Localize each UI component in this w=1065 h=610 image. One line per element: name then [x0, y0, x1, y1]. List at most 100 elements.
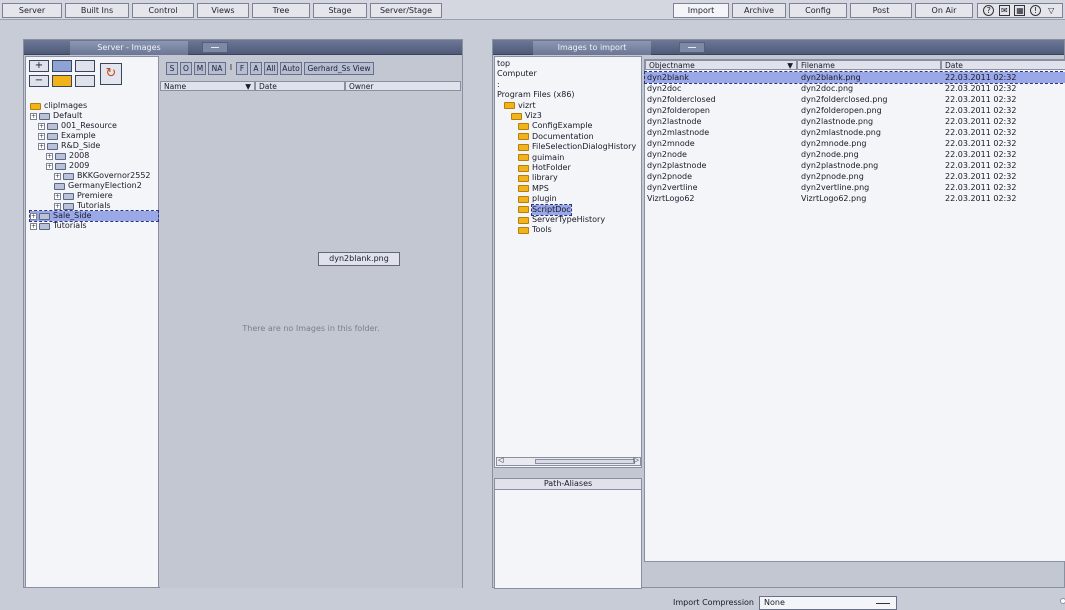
- public-folder-button[interactable]: [52, 60, 72, 72]
- file-row[interactable]: dyn2lastnode dyn2lastnode.png 22.03.2011 0…: [645, 116, 1065, 127]
- import-panel-menu-button[interactable]: [679, 42, 705, 53]
- menu-import[interactable]: Import: [673, 3, 729, 18]
- import-compression-select[interactable]: None: [759, 596, 897, 610]
- filter-button[interactable]: M: [194, 62, 206, 75]
- folder-tree-item[interactable]: +001_Resource: [38, 121, 117, 131]
- add-folder-button[interactable]: +: [29, 60, 49, 72]
- dropdown-icon[interactable]: ▽: [1046, 5, 1057, 16]
- folder-tree-item[interactable]: GermanyElection2: [54, 181, 142, 191]
- calendar-icon[interactable]: ▦: [1014, 5, 1026, 16]
- folder-tree-item[interactable]: + Premiere: [54, 191, 113, 201]
- directory-item[interactable]: vizrt: [504, 101, 536, 111]
- column-objectname[interactable]: Objectname ▼: [645, 60, 797, 70]
- expand-icon[interactable]: +: [54, 172, 61, 180]
- scroll-right-icon[interactable]: ▷: [634, 456, 639, 464]
- directory-item[interactable]: ConfigExample: [518, 121, 592, 131]
- menu-views[interactable]: Views: [197, 3, 249, 18]
- file-row[interactable]: dyn2folderclosed dyn2folderclosed.png 22.0…: [645, 94, 1065, 105]
- expand-icon[interactable]: +: [38, 132, 45, 140]
- filter-button[interactable]: O: [180, 62, 192, 75]
- expand-icon[interactable]: +: [54, 192, 61, 200]
- info-icon[interactable]: !: [1030, 5, 1042, 16]
- menu-tree[interactable]: Tree: [252, 3, 310, 18]
- filter-button[interactable]: Auto: [280, 62, 302, 75]
- menu-post[interactable]: Post: [850, 3, 912, 18]
- remove-folder-button[interactable]: −: [29, 75, 49, 87]
- menu-server-stage[interactable]: Server/Stage: [370, 3, 442, 18]
- network-button[interactable]: [75, 75, 95, 87]
- menu-built-ins[interactable]: Built Ins: [65, 3, 129, 18]
- expand-icon[interactable]: +: [46, 162, 53, 170]
- expand-icon[interactable]: +: [46, 152, 53, 160]
- folder-tree-item[interactable]: +2009: [46, 161, 89, 171]
- directory-item[interactable]: Documentation: [518, 132, 594, 142]
- scrollbar-thumb[interactable]: [535, 459, 635, 464]
- file-row[interactable]: dyn2mnode dyn2mnode.png 22.03.2011 02:32: [645, 138, 1065, 149]
- expand-icon[interactable]: +: [30, 112, 37, 120]
- directory-item[interactable]: guimain: [518, 153, 564, 163]
- directory-item[interactable]: HotFolder: [518, 163, 571, 173]
- column-date[interactable]: Date: [255, 81, 345, 91]
- column-file-date[interactable]: Date: [941, 60, 1065, 70]
- mail-icon[interactable]: ✉: [998, 5, 1010, 16]
- expand-icon[interactable]: +: [54, 202, 61, 210]
- directory-item[interactable]: Computer: [497, 69, 537, 79]
- folder-tree-item[interactable]: + BKKGovernor2552: [54, 171, 151, 181]
- filter-button[interactable]: F: [236, 62, 248, 75]
- refresh-button[interactable]: ↻: [100, 63, 122, 85]
- column-filename[interactable]: Filename: [797, 60, 941, 70]
- expand-icon[interactable]: +: [38, 142, 45, 150]
- expand-icon[interactable]: +: [38, 122, 45, 130]
- menu-config[interactable]: Config: [789, 3, 847, 18]
- folder-tree-item[interactable]: + R&D_Side: [38, 141, 100, 151]
- column-name[interactable]: Name ▼: [160, 81, 255, 91]
- file-row[interactable]: dyn2pnode dyn2pnode.png 22.03.2011 02:32: [645, 171, 1065, 182]
- filter-button[interactable]: Gerhard_Ss View: [304, 62, 374, 75]
- directory-item[interactable]: ScriptDoc: [518, 203, 572, 216]
- folder-tree-item[interactable]: + Tutorials: [54, 201, 111, 211]
- directory-item[interactable]: library: [518, 173, 558, 183]
- folder-tree-item[interactable]: clipImages: [30, 101, 87, 111]
- filter-button[interactable]: I: [228, 62, 234, 75]
- directory-item[interactable]: :: [497, 80, 500, 90]
- filter-button[interactable]: S: [166, 62, 178, 75]
- folder-tree-item[interactable]: + Example: [38, 131, 96, 141]
- directory-item[interactable]: Viz3: [511, 111, 542, 121]
- folder-tree-item[interactable]: + Tutorials: [30, 221, 87, 231]
- file-row[interactable]: dyn2doc dyn2doc.png 22.03.2011 02:32: [645, 83, 1065, 94]
- directory-item[interactable]: Program Files (x86): [497, 90, 575, 100]
- file-row[interactable]: dyn2mlastnode dyn2mlastnode.png 22.03.2011…: [645, 127, 1065, 138]
- filter-button[interactable]: NA: [208, 62, 226, 75]
- folder-tree-item[interactable]: +2008: [46, 151, 89, 161]
- file-row[interactable]: VizrtLogo62 VizrtLogo62.png 22.03.2011 02:…: [645, 193, 1065, 204]
- expand-icon[interactable]: +: [30, 212, 37, 220]
- file-row[interactable]: dyn2plastnode dyn2plastnode.png 22.03.2011…: [645, 160, 1065, 171]
- column-owner[interactable]: Owner: [345, 81, 461, 91]
- menu-control[interactable]: Control: [132, 3, 194, 18]
- resize-handle[interactable]: [1060, 598, 1065, 604]
- directory-item[interactable]: Tools: [518, 225, 552, 235]
- directory-item[interactable]: FileSelectionDialogHistory: [518, 142, 636, 152]
- directory-item[interactable]: plugin: [518, 194, 557, 204]
- filter-button[interactable]: A: [250, 62, 262, 75]
- monitor-button[interactable]: [75, 60, 95, 72]
- expand-icon[interactable]: +: [30, 222, 37, 230]
- file-row[interactable]: dyn2node dyn2node.png 22.03.2011 02:32: [645, 149, 1065, 160]
- menu-stage[interactable]: Stage: [313, 3, 367, 18]
- help-icon[interactable]: ?: [983, 5, 995, 16]
- panel-menu-button[interactable]: [202, 42, 228, 53]
- scroll-left-icon[interactable]: ◁: [498, 456, 503, 464]
- menu-server[interactable]: Server: [2, 3, 62, 18]
- file-row[interactable]: dyn2blank dyn2blank.png 22.03.2011 02:32: [644, 71, 1065, 84]
- filter-button[interactable]: All: [264, 62, 278, 75]
- directory-item[interactable]: ServerTypeHistory: [518, 215, 605, 225]
- path-aliases-header[interactable]: Path-Aliases: [495, 479, 641, 490]
- menu-archive[interactable]: Archive: [732, 3, 786, 18]
- menu-on-air[interactable]: On Air: [915, 3, 973, 18]
- directory-item[interactable]: MPS: [518, 184, 549, 194]
- file-row[interactable]: dyn2folderopen dyn2folderopen.png 22.03.20…: [645, 105, 1065, 116]
- private-folder-button[interactable]: [52, 75, 72, 87]
- directory-horizontal-scrollbar[interactable]: ◁ ▷: [496, 456, 641, 466]
- directory-item[interactable]: top: [497, 59, 510, 69]
- file-row[interactable]: dyn2vertline dyn2vertline.png 22.03.2011 0…: [645, 182, 1065, 193]
